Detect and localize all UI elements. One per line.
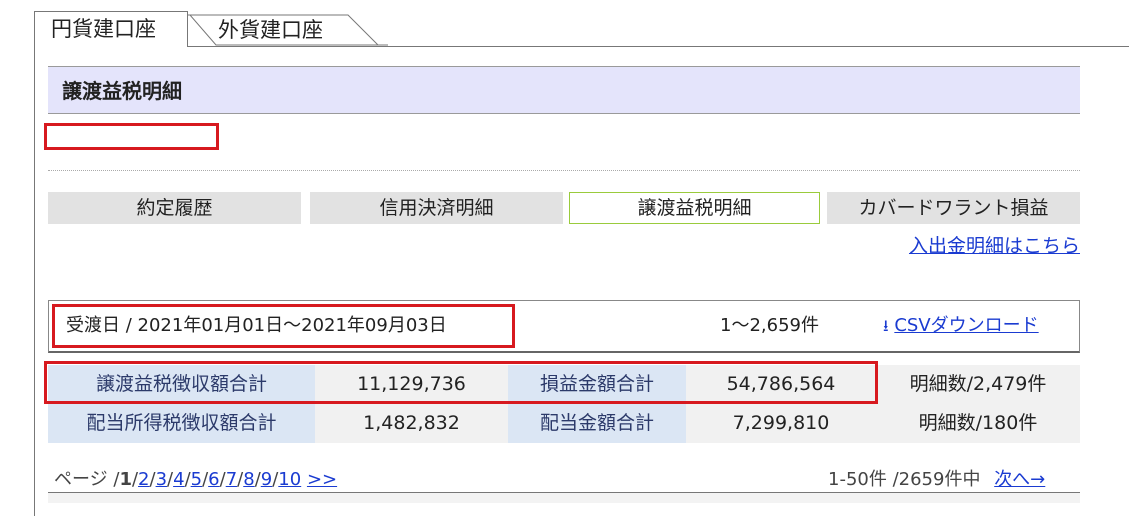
content-panel [34,46,1129,516]
tab-foreign-account-label: 外貨建口座 [218,18,323,42]
tab-foreign-account[interactable]: 外貨建口座 [188,13,388,46]
tab-jpy-account-label: 円貨建口座 [51,17,156,41]
tab-jpy-account[interactable]: 円貨建口座 [34,11,188,47]
